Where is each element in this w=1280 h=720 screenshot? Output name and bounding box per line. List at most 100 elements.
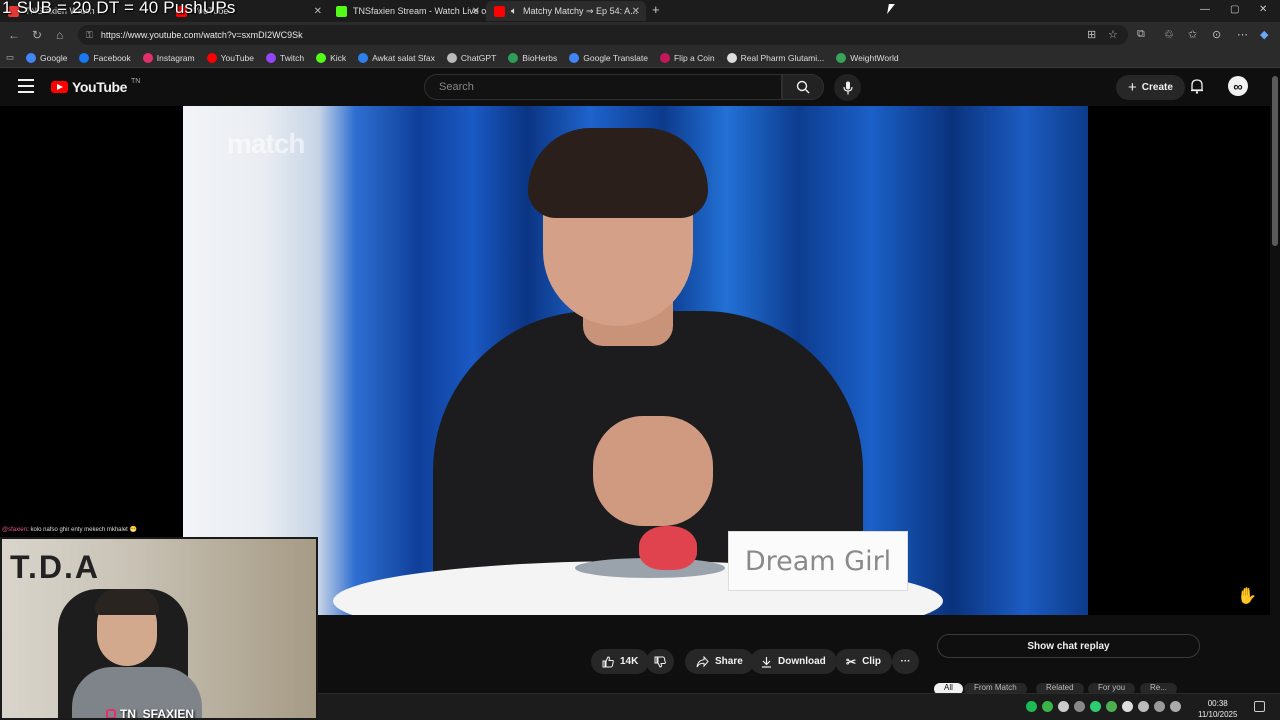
avatar[interactable]: ∞ [1228,76,1248,96]
bookmark-label: Instagram [156,52,195,63]
webcam-streamer-hair [95,589,159,615]
share-button[interactable]: Share [685,649,754,674]
bookmark-youtube[interactable]: YouTube [206,52,254,63]
profile-icon[interactable]: ⊙ [1212,28,1221,41]
home-icon[interactable]: ⌂ [56,28,63,42]
bookmark-awkat-salat[interactable]: Awkat salat Sfax [358,52,435,63]
favorite-star-icon[interactable]: ☆ [1108,28,1118,41]
download-button[interactable]: Download [750,649,837,674]
new-tab-button[interactable]: + [652,2,660,17]
tab-1[interactable]: TNSfaxien Watch ... [0,1,168,21]
close-window-button[interactable]: ✕ [1259,4,1267,15]
back-icon[interactable]: ← [8,28,20,42]
bookmark-facebook[interactable]: Facebook [79,52,131,63]
page-scrollbar[interactable] [1270,68,1280,690]
microphone-icon[interactable] [1138,701,1149,712]
bookmark-google-translate[interactable]: Google Translate [569,52,648,63]
youtube-favicon-icon [494,5,505,17]
youtube-logo[interactable]: YouTube TN [51,77,141,95]
tray-app-icon[interactable] [1122,701,1133,712]
maximize-button[interactable]: ▢ [1230,4,1239,15]
coin-icon [659,52,670,63]
notification-center-icon[interactable] [1254,701,1265,712]
tray-app-icon[interactable] [1106,701,1117,712]
more-menu-icon[interactable]: ⋯ [1237,28,1248,41]
channel-watermark: match [227,128,305,159]
spotify-icon[interactable] [1026,701,1037,712]
extensions-icon[interactable]: ⧉ [1137,28,1145,41]
tab-3[interactable]: TNSfaxien Stream - Watch Live on ... ✕ [328,1,486,21]
bookmark-flip-a-coin[interactable]: Flip a Coin [659,52,715,63]
video-frame[interactable]: match Dream Girl [183,106,1088,615]
close-tab-icon[interactable]: ✕ [472,6,480,17]
bookmark-bioherbs[interactable]: BioHerbs [508,52,557,63]
speaker-icon[interactable]: 🔈︎ [511,6,517,17]
share-label: Share [715,656,743,667]
search-input[interactable]: Search [424,74,782,100]
bookmark-label: Google [40,52,68,63]
minimize-button[interactable]: — [1200,4,1210,15]
like-button[interactable]: 14K [591,649,650,674]
translate-icon [569,52,580,63]
create-button[interactable]: + Create [1116,75,1185,100]
headset-icon[interactable] [1058,701,1069,712]
tray-app-icon[interactable] [1090,701,1101,712]
tray-app-icon[interactable] [1042,701,1053,712]
bookmark-weightworld[interactable]: WeightWorld [836,52,899,63]
bookmark-label: Flip a Coin [673,52,715,63]
voice-search-button[interactable] [834,74,861,101]
hamburger-menu-icon[interactable] [18,79,34,93]
scissors-icon: ✂ [846,654,857,669]
tab-active[interactable]: 🔈︎ Matchy Matchy ⇒ Ep 54: A... ✕ [486,1,646,21]
clip-button[interactable]: ✂ Clip [835,649,892,674]
site-info-icon[interactable]: ⚿ [86,30,93,41]
bookmark-label: Twitch [280,52,305,63]
kick-favicon-icon [336,5,347,17]
apps-icon[interactable]: ⊞ [1087,28,1096,41]
show-chat-replay-button[interactable]: Show chat replay [937,634,1200,658]
video-fruit [639,526,697,570]
refresh-icon[interactable]: ↻ [32,28,42,42]
channel-logo-icon[interactable]: ✋ [1237,586,1257,606]
address-bar-row: ← ↻ ⌂ ⚿ https://www.youtube.com/watch?v=… [0,22,1280,48]
close-tab-icon[interactable]: ✕ [632,6,640,17]
tab-2[interactable]: YouTube ✕ [168,1,328,21]
bookmark-instagram[interactable]: Instagram [142,52,195,63]
bookmark-label: ChatGPT [460,52,497,63]
scrollbar-thumb[interactable] [1272,76,1278,246]
favorites-icon[interactable]: ✩ [1188,28,1197,41]
network-icon[interactable] [1154,701,1165,712]
tray-app-icon[interactable] [1074,701,1085,712]
url-field[interactable]: ⚿ https://www.youtube.com/watch?v=sxmDI2… [78,25,1128,45]
notifications-button[interactable] [1190,78,1204,99]
webcam-overlay: T.D.A TN_SFAXIEN [0,537,318,720]
tab-title: TNSfaxien Stream - Watch Live on ... [353,6,486,16]
dislike-button[interactable] [646,649,674,674]
volume-icon[interactable] [1170,701,1181,712]
bookmark-real-pharm[interactable]: Real Pharm Glutami... [726,52,825,63]
reading-list-icon[interactable]: ▭ [6,52,14,63]
copilot-icon[interactable]: ◆ [1260,28,1268,41]
video-person-hair [528,128,708,218]
search-button[interactable] [782,74,824,100]
bookmark-label: Real Pharm Glutami... [740,52,825,63]
bookmark-twitch[interactable]: Twitch [266,52,305,63]
chat-username: @sfaxien [2,527,28,533]
tracking-icon[interactable]: ♲ [1164,28,1174,41]
download-label: Download [778,656,826,667]
bookmark-google[interactable]: Google [26,52,68,63]
pharm-icon [726,52,737,63]
bookmark-chatgpt[interactable]: ChatGPT [446,52,497,63]
close-tab-icon[interactable]: ✕ [314,6,322,17]
clock-time: 00:38 [1207,699,1228,708]
logo-wordmark: YouTube [72,79,128,95]
browser-tab-strip: TNSfaxien Watch ... YouTube ✕ TNSfaxien … [0,0,1280,22]
bookmarks-bar: ▭ Google Facebook Instagram YouTube Twit… [0,48,1280,68]
kick-icon [316,52,327,63]
bookmark-kick[interactable]: Kick [316,52,346,63]
country-code: TN [131,77,141,85]
more-actions-button[interactable]: ··· [892,649,919,674]
bookmark-label: YouTube [220,52,254,63]
taskbar-clock[interactable]: 00:38 11/10/2025 [1198,698,1237,720]
streamer-handle: TN_SFAXIEN [120,707,195,720]
